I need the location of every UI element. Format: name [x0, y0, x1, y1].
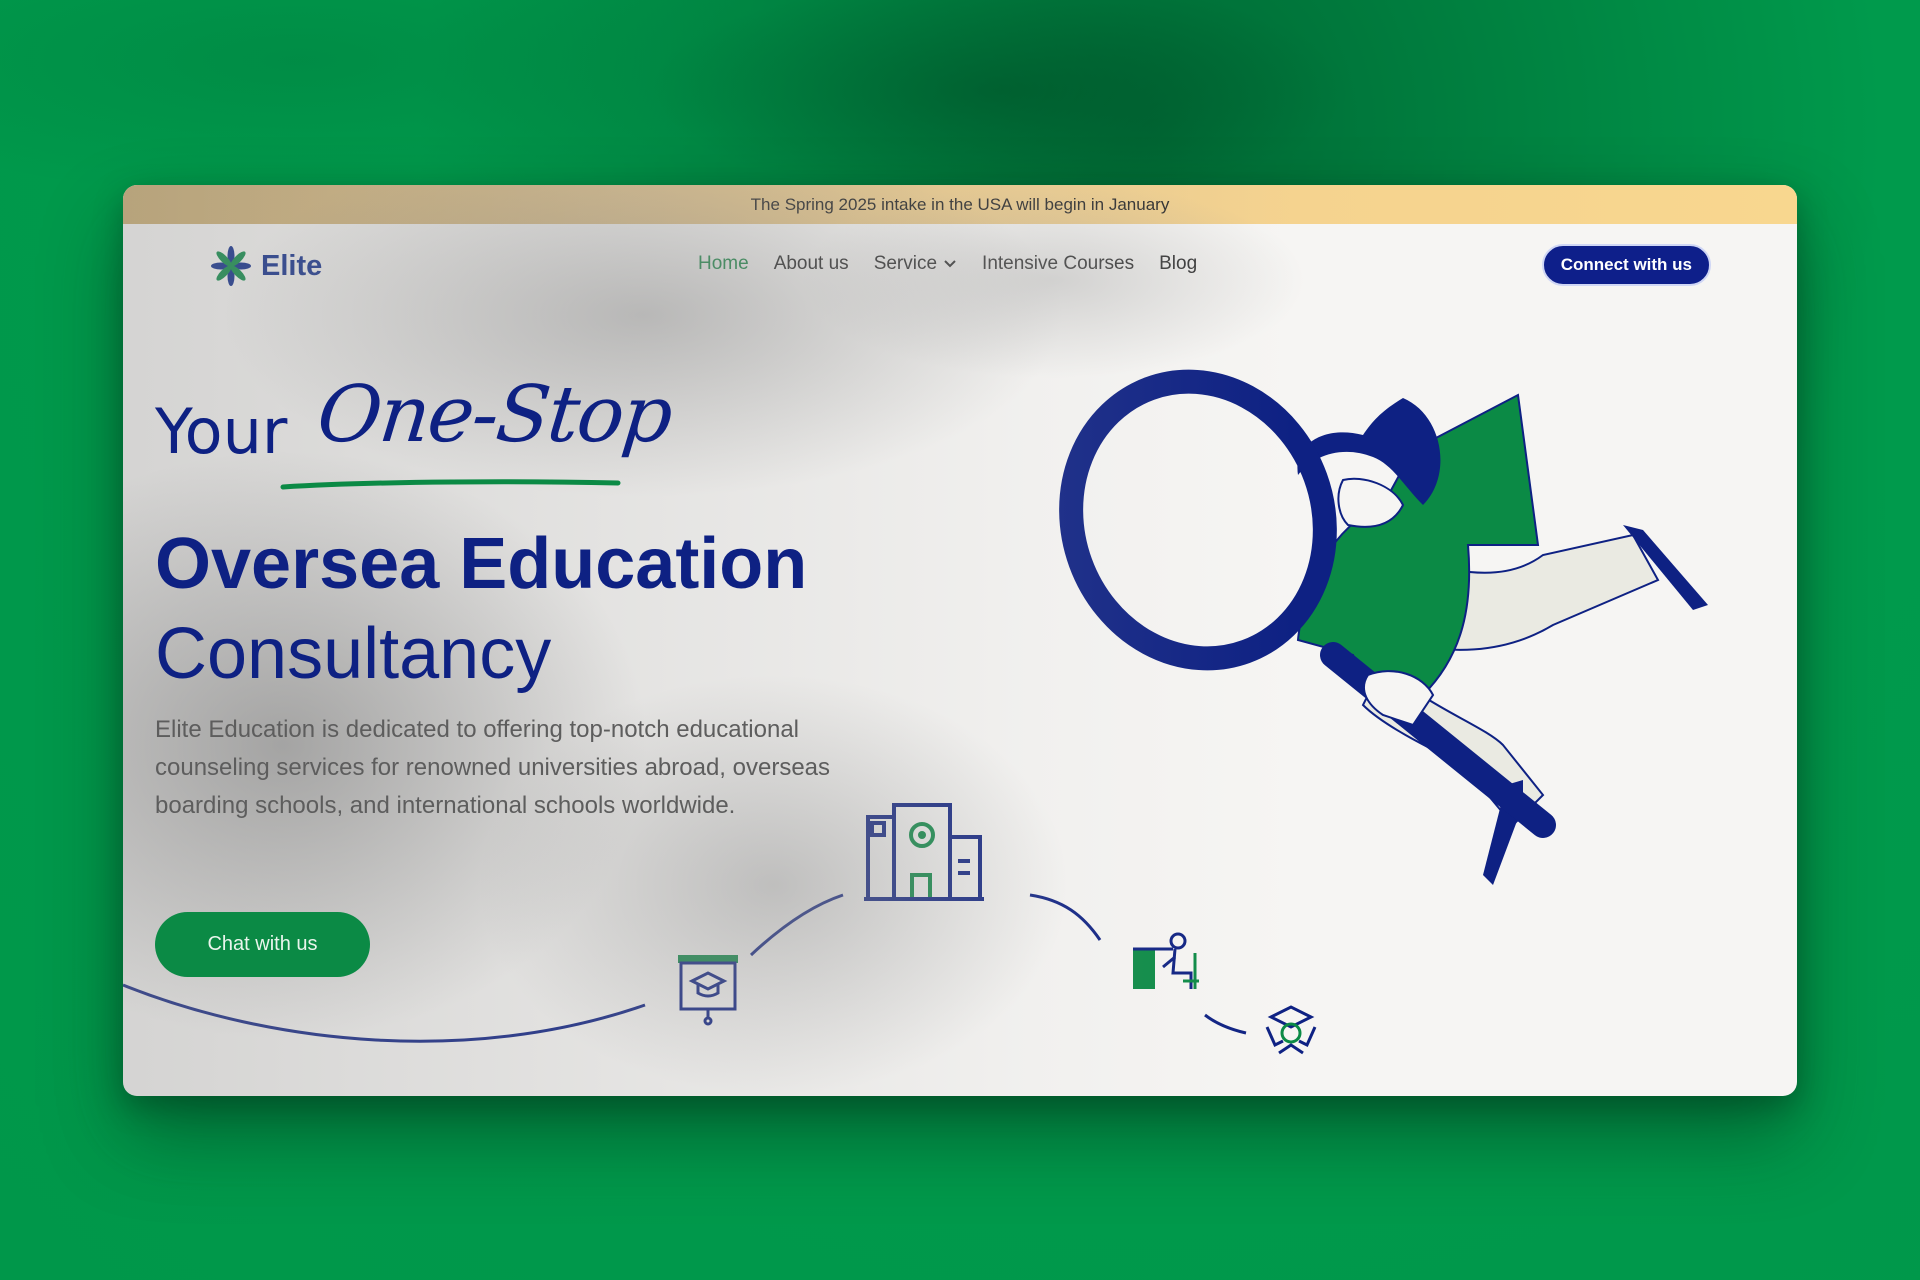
- woman-magnifying-glass-illustration: [1059, 369, 1708, 885]
- journey-path-line-3: [1029, 893, 1102, 941]
- chat-with-us-button[interactable]: Chat with us: [155, 912, 370, 977]
- hero-title-prefix: Your: [155, 395, 288, 468]
- graduate-celebrating-icon: [1265, 1005, 1317, 1055]
- browser-window: The Spring 2025 intake in the USA will b…: [123, 185, 1797, 1096]
- script-underline: [280, 479, 621, 490]
- hero-description: Elite Education is dedicated to offering…: [155, 716, 831, 819]
- journey-path-line: [123, 983, 646, 1043]
- hero-title-line2: Oversea Education: [155, 524, 808, 604]
- school-building-icon: [864, 803, 984, 901]
- hero-title-line3: Consultancy: [155, 614, 552, 694]
- presentation-graduation-icon: [678, 955, 738, 1026]
- journey-path-line-4: [1204, 1013, 1247, 1035]
- journey-path-line-2: [749, 893, 844, 957]
- student-desk-icon: [1133, 932, 1199, 989]
- hero-title-script: One-Stop: [313, 370, 676, 460]
